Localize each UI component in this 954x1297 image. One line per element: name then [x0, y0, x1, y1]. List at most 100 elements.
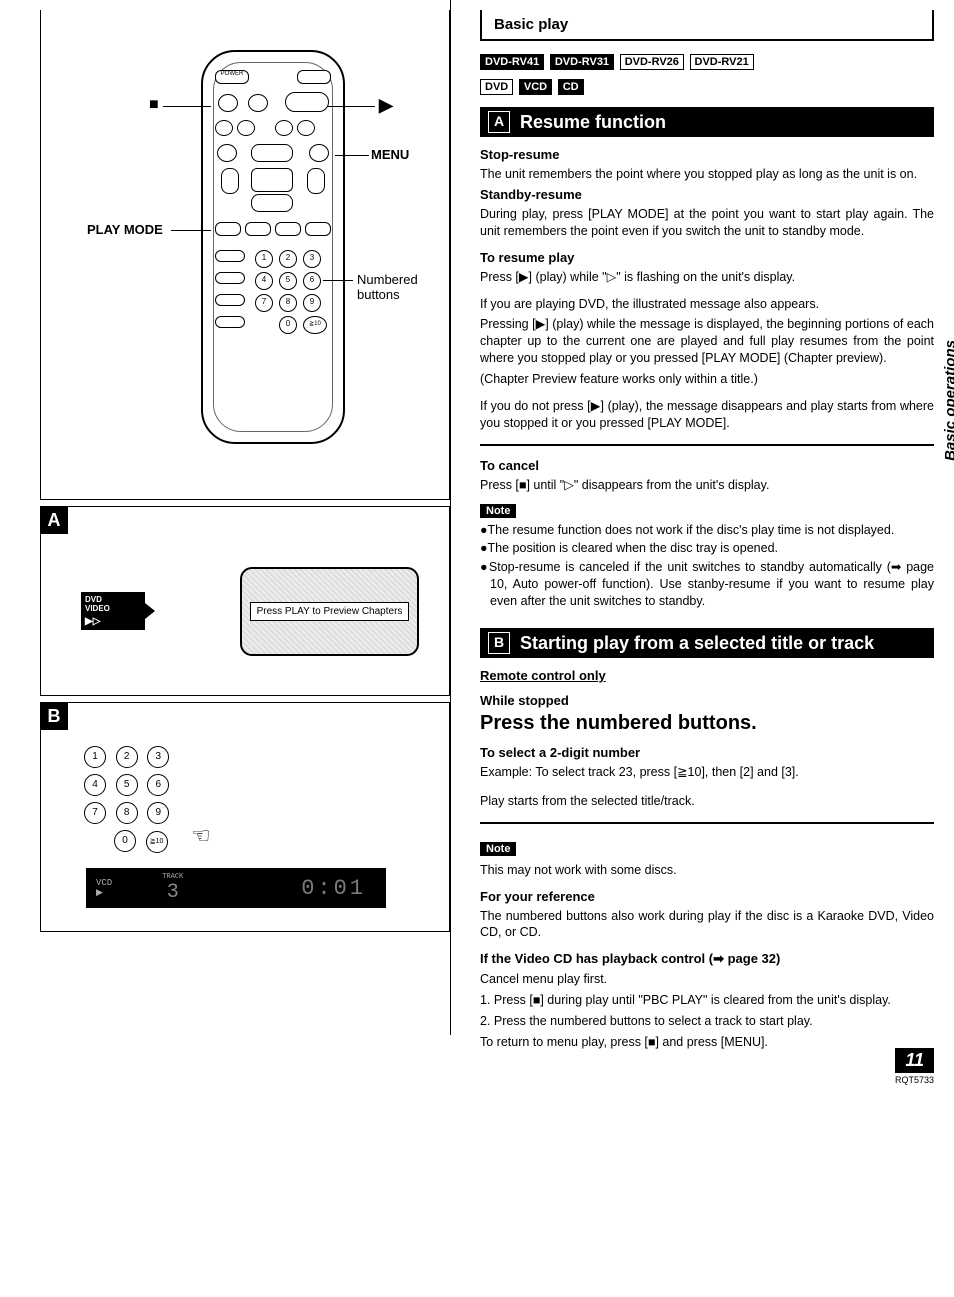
time-display: 0:01 [301, 876, 366, 901]
dvd-video-text: DVD VIDEO [85, 595, 110, 613]
play-starts: Play starts from the selected title/trac… [480, 793, 934, 810]
remote-only: Remote control only [480, 668, 934, 683]
badge-cd: CD [558, 79, 584, 95]
two-digit-t: Example: To select track 23, press [≧10]… [480, 764, 934, 781]
playmode-callout: PLAY MODE [87, 222, 163, 237]
preview-screen: Press PLAY to Preview Chapters [240, 567, 419, 656]
num-2: 2 [279, 250, 297, 268]
misc-button-1 [245, 222, 271, 236]
skip-next-icon [237, 120, 255, 136]
nb-3: 3 [147, 746, 169, 768]
dvd-msg-2: Pressing [▶] (play) while the message is… [480, 316, 934, 367]
num-0: 0 [279, 316, 297, 334]
left-column: POWER [40, 10, 450, 1055]
dpad-up-icon [251, 144, 293, 162]
remote-outline: POWER [201, 50, 345, 444]
two-digit-h: To select a 2-digit number [480, 745, 934, 760]
num-9: 9 [303, 294, 321, 312]
stop-line [163, 106, 211, 107]
num-gte10: ≧10 [303, 316, 327, 334]
stop-resume-h: Stop-resume [480, 147, 934, 162]
section-a-title: Resume function [520, 112, 666, 133]
pause-button-icon [248, 94, 268, 112]
nb-2: 2 [116, 746, 138, 768]
menu-line [335, 155, 369, 156]
note-a-2: ●The position is cleared when the disc t… [480, 540, 934, 557]
nb-1: 1 [84, 746, 106, 768]
stop-button-icon [218, 94, 238, 112]
note-a-1: ●The resume function does not work if th… [480, 522, 934, 539]
num-4: 4 [255, 272, 273, 290]
section-b-title: Starting play from a selected title or t… [520, 633, 874, 654]
enter-button [251, 168, 293, 192]
vcd-pbc-2: 2. Press the numbered buttons to select … [480, 1013, 934, 1030]
play-line [327, 106, 375, 107]
menu-button [309, 144, 329, 162]
cancel-h: To cancel [480, 458, 934, 473]
side-btn-3 [215, 294, 245, 306]
topmenu-button [217, 144, 237, 162]
vcd-label: VCD [96, 878, 112, 888]
play-button-icon [285, 92, 329, 112]
ref-h: For your reference [480, 889, 934, 904]
badge-rv31: DVD-RV31 [550, 54, 614, 70]
figure-b-marker: B [40, 702, 68, 730]
menu-callout: MENU [371, 147, 409, 162]
section-a-heading: A Resume function [480, 107, 934, 137]
side-btn-4 [215, 316, 245, 328]
side-label: Basic operations [942, 340, 954, 461]
playmode-line [171, 230, 211, 231]
side-btn-2 [215, 272, 245, 284]
dpad-right-icon [307, 168, 325, 194]
track-label: TRACK [162, 873, 183, 881]
nb-9: 9 [147, 802, 169, 824]
stop-callout: ■ [149, 96, 159, 114]
doc-code: RQT5733 [895, 1075, 934, 1085]
page-number: 11 [895, 1048, 934, 1073]
figure-a: A DVD VIDEO ▶▷ Press PLAY to Preview Cha… [40, 506, 450, 696]
badge-rv41: DVD-RV41 [480, 54, 544, 70]
dvd-msg-3: (Chapter Preview feature works only with… [480, 371, 934, 388]
open-close-button [297, 70, 331, 84]
section-b-letter: B [488, 632, 510, 654]
misc-button-3 [305, 222, 331, 236]
while-stopped: While stopped [480, 693, 934, 708]
numbered-callout: Numbered buttons [357, 272, 449, 302]
cancel-t: Press [■] until "▷" disappears from the … [480, 477, 934, 494]
disc-badges: DVD VCD CD [480, 78, 934, 95]
remote-diagram: POWER [40, 10, 450, 500]
section-a-letter: A [488, 111, 510, 133]
right-column: Basic play DVD-RV41 DVD-RV31 DVD-RV26 DV… [450, 10, 934, 1055]
num-1: 1 [255, 250, 273, 268]
dpad-left-icon [221, 168, 239, 194]
nb-8: 8 [116, 802, 138, 824]
num-6: 6 [303, 272, 321, 290]
dvd-video-tag: DVD VIDEO ▶▷ [81, 592, 145, 630]
badge-rv21: DVD-RV21 [690, 54, 754, 70]
divider-2 [480, 822, 934, 824]
vcd-pbc-0: Cancel menu play first. [480, 971, 934, 988]
model-badges: DVD-RV41 DVD-RV31 DVD-RV26 DVD-RV21 [480, 53, 934, 70]
note-label-a: Note [480, 504, 516, 518]
figure-b: B 1 2 3 4 5 6 7 8 9 0 [40, 702, 450, 932]
ref-t: The numbered buttons also work during pl… [480, 908, 934, 942]
play-callout: ▶ [379, 95, 393, 116]
misc-button-2 [275, 222, 301, 236]
search-rev-icon [275, 120, 293, 136]
nb-5: 5 [116, 774, 138, 796]
dpad-down-icon [251, 194, 293, 212]
playmode-button [215, 222, 241, 236]
press-numbered: Press the numbered buttons. [480, 712, 934, 735]
num-7: 7 [255, 294, 273, 312]
note-label-b: Note [480, 842, 516, 856]
standby-resume-h: Standby-resume [480, 187, 934, 202]
numpad: 1 2 3 4 5 6 7 8 9 0 ≧10 [81, 743, 172, 856]
to-resume-t: Press [▶] (play) while "▷" is flashing o… [480, 269, 934, 286]
section-b-heading: B Starting play from a selected title or… [480, 628, 934, 658]
dvd-msg-1: If you are playing DVD, the illustrated … [480, 296, 934, 313]
num-5: 5 [279, 272, 297, 290]
note-b-text: This may not work with some discs. [480, 862, 934, 879]
numbered-line [323, 280, 353, 281]
nb-6: 6 [147, 774, 169, 796]
nb-7: 7 [84, 802, 106, 824]
